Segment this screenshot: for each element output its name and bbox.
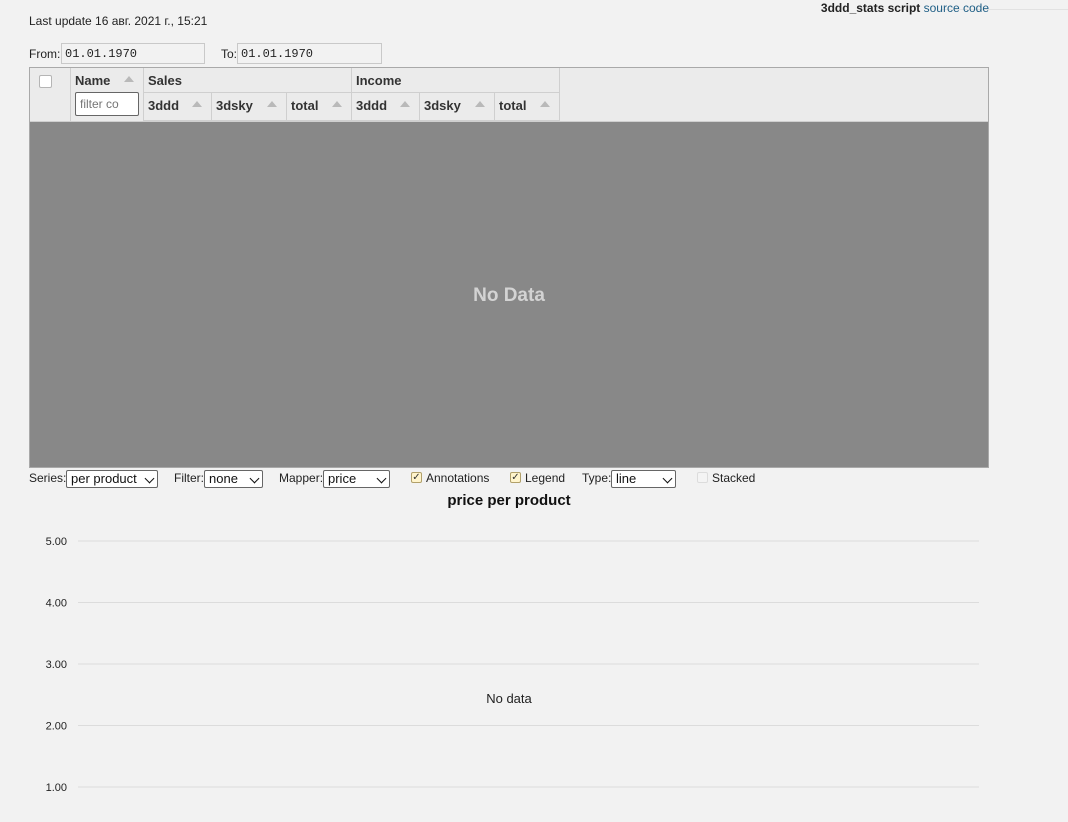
y-axis-ticks: 5.00 4.00 3.00 2.00 1.00 xyxy=(46,536,67,794)
series-select-value: per product xyxy=(71,471,137,486)
annotations-checkbox[interactable]: ✓ xyxy=(411,472,422,483)
sales-3dsky-column-header[interactable]: 3dsky xyxy=(212,93,287,121)
sort-ascending-icon[interactable] xyxy=(192,101,202,107)
chevron-down-icon xyxy=(249,473,260,484)
sales-3ddd-label: 3ddd xyxy=(148,98,180,113)
y-tick-label: 3.00 xyxy=(46,659,67,671)
sort-ascending-icon[interactable] xyxy=(332,101,342,107)
grid-empty-message: No Data xyxy=(473,285,545,306)
sort-ascending-icon[interactable] xyxy=(540,101,550,107)
income-group-header: Income xyxy=(352,68,560,93)
chevron-down-icon xyxy=(662,473,673,484)
select-all-checkbox[interactable] xyxy=(39,75,52,88)
series-select[interactable]: per product xyxy=(66,470,158,488)
name-column-label: Name xyxy=(75,73,111,88)
stacked-label: Stacked xyxy=(712,471,756,485)
name-filter-input[interactable] xyxy=(75,92,139,116)
y-tick-label: 2.00 xyxy=(46,721,67,733)
income-3dsky-column-header[interactable]: 3dsky xyxy=(420,93,495,121)
chart-empty-message: No data xyxy=(486,691,532,706)
filter-label: Filter: xyxy=(174,471,204,485)
stacked-checkbox[interactable] xyxy=(697,472,708,483)
chart-gridlines xyxy=(78,540,979,788)
sales-3ddd-column-header[interactable]: 3ddd xyxy=(144,93,212,121)
data-grid: Name Sales Income 3ddd 3dsky total 3ddd … xyxy=(29,67,989,468)
checkmark-icon: ✓ xyxy=(511,472,520,483)
sales-group-label: Sales xyxy=(148,73,182,88)
sort-ascending-icon[interactable] xyxy=(400,101,410,107)
y-tick-label: 4.00 xyxy=(46,598,67,610)
source-code-link[interactable]: source code xyxy=(924,1,989,15)
sales-group-header: Sales xyxy=(144,68,352,93)
mapper-label: Mapper: xyxy=(279,471,324,485)
to-label: To: xyxy=(221,47,238,61)
type-select-value: line xyxy=(616,471,637,486)
filter-select[interactable]: none xyxy=(204,470,263,488)
income-total-column-header[interactable]: total xyxy=(495,93,560,121)
price-chart: 5.00 4.00 3.00 2.00 1.00 No data xyxy=(46,536,979,794)
name-column-header[interactable]: Name xyxy=(71,68,144,121)
sort-ascending-icon[interactable] xyxy=(124,76,134,82)
sales-3dsky-label: 3dsky xyxy=(216,98,253,113)
sort-ascending-icon[interactable] xyxy=(475,101,485,107)
chart-title: price per product xyxy=(447,492,571,509)
select-column-header xyxy=(30,68,71,121)
mapper-select[interactable]: price xyxy=(323,470,390,488)
income-3ddd-label: 3ddd xyxy=(356,98,388,113)
grid-header: Name Sales Income 3ddd 3dsky total 3ddd … xyxy=(30,68,988,122)
y-tick-label: 5.00 xyxy=(46,536,67,548)
legend-checkbox[interactable]: ✓ xyxy=(510,472,521,483)
sort-ascending-icon[interactable] xyxy=(267,101,277,107)
sales-total-label: total xyxy=(291,98,319,113)
mapper-select-value: price xyxy=(328,471,357,486)
sales-total-column-header[interactable]: total xyxy=(287,93,352,121)
series-label: Series: xyxy=(29,471,67,485)
last-update-text: Last update 16 авг. 2021 г., 15:21 xyxy=(29,14,208,28)
chevron-down-icon xyxy=(376,473,387,484)
from-label: From: xyxy=(29,47,61,61)
type-label: Type: xyxy=(582,471,612,485)
y-tick-label: 1.00 xyxy=(46,782,67,794)
to-date-input[interactable]: 01.01.1970 xyxy=(237,43,382,64)
chevron-down-icon xyxy=(144,473,155,484)
filter-select-value: none xyxy=(209,471,238,486)
script-name: 3ddd_stats script xyxy=(820,1,921,15)
script-credit: 3ddd_stats script source code xyxy=(821,1,989,15)
legend-label: Legend xyxy=(525,471,566,485)
income-group-label: Income xyxy=(356,73,402,88)
income-3ddd-column-header[interactable]: 3ddd xyxy=(352,93,420,121)
checkmark-icon: ✓ xyxy=(412,472,421,483)
type-select[interactable]: line xyxy=(611,470,676,488)
annotations-label: Annotations xyxy=(426,471,490,485)
income-total-label: total xyxy=(499,98,527,113)
from-date-input[interactable]: 01.01.1970 xyxy=(61,43,205,64)
income-3dsky-label: 3dsky xyxy=(424,98,461,113)
